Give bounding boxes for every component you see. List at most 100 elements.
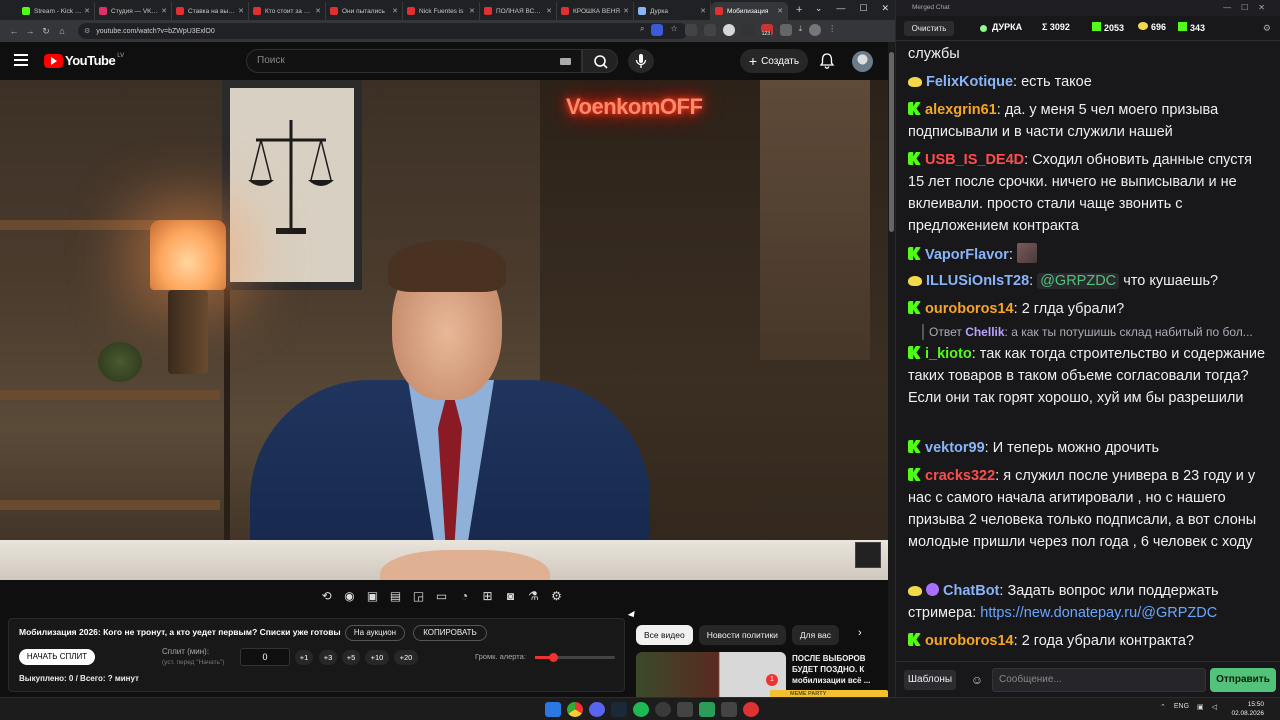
- tab-close-icon[interactable]: ✕: [546, 7, 552, 15]
- browser-tab[interactable]: Ставка на выборы✕: [172, 2, 249, 20]
- tab-close-icon[interactable]: ✕: [161, 7, 167, 15]
- home-icon[interactable]: ⌂: [54, 26, 70, 36]
- start-split-button[interactable]: НАЧАТЬ СПЛИТ: [19, 649, 95, 665]
- chat-username[interactable]: FelixKotique: [926, 74, 1013, 90]
- search-button[interactable]: [582, 49, 618, 73]
- discord-icon[interactable]: [589, 702, 605, 717]
- tab-close-icon[interactable]: ✕: [777, 7, 783, 15]
- add-frame-icon[interactable]: ⊞: [479, 588, 496, 605]
- copy-button[interactable]: КОПИРОВАТЬ: [413, 625, 487, 641]
- clear-chat-button[interactable]: Очистить: [904, 21, 954, 36]
- site-info-icon[interactable]: ⚙: [84, 27, 90, 35]
- extension-icon[interactable]: [703, 24, 716, 36]
- increment-button[interactable]: +10: [365, 650, 389, 665]
- close-window-button[interactable]: ✕: [881, 3, 889, 14]
- chip-for-you[interactable]: Для вас: [791, 625, 839, 645]
- app-icon[interactable]: [677, 702, 693, 717]
- tab-close-icon[interactable]: ✕: [315, 7, 321, 15]
- dropdown-icon[interactable]: ⌄: [815, 3, 823, 14]
- keyboard-icon[interactable]: [560, 58, 571, 65]
- chip-all-videos[interactable]: Все видео: [636, 625, 693, 645]
- recommended-video-title[interactable]: ПОСЛЕ ВЫБОРОВ БУДЕТ ПОЗДНО. К мобилизаци…: [792, 653, 882, 686]
- chat-username[interactable]: i_kioto: [925, 346, 972, 362]
- tab-close-icon[interactable]: ✕: [623, 7, 629, 15]
- tab-close-icon[interactable]: ✕: [392, 7, 398, 15]
- send-button[interactable]: Отправить: [1210, 668, 1276, 692]
- increment-button[interactable]: +1: [295, 650, 313, 665]
- browser-tab[interactable]: Nick Fuentes is ✕: [403, 2, 480, 20]
- extension-icon[interactable]: [722, 24, 735, 36]
- forward-arrow-icon[interactable]: →: [22, 26, 38, 36]
- network-icon[interactable]: ▣: [1197, 703, 1204, 711]
- browser-tab[interactable]: Кто стоит за этим ✕: [249, 2, 326, 20]
- app-icon[interactable]: [743, 702, 759, 717]
- tab-close-icon[interactable]: ✕: [84, 7, 90, 15]
- flask-icon[interactable]: ⚗: [525, 588, 542, 605]
- account-avatar[interactable]: [852, 51, 873, 72]
- browser-tab[interactable]: Мобилизация ✕: [711, 2, 788, 20]
- alert-volume-slider[interactable]: [535, 653, 615, 662]
- alert-volume-knob[interactable]: [548, 653, 558, 662]
- obs-icon[interactable]: [655, 702, 671, 717]
- extension-icon[interactable]: 123: [760, 24, 773, 37]
- chat-window-controls[interactable]: —☐✕: [1223, 0, 1275, 16]
- browser-tab[interactable]: Дурка ✕: [634, 2, 711, 20]
- video-settings-icon[interactable]: ▣: [364, 588, 381, 605]
- chat-username[interactable]: ouroboros14: [925, 633, 1014, 649]
- volume-icon[interactable]: ◁: [1212, 703, 1217, 711]
- speed-gauge-icon[interactable]: ◔: [456, 588, 473, 605]
- start-windows-icon[interactable]: [545, 702, 561, 717]
- star-icon[interactable]: ☆: [670, 24, 677, 36]
- broadcast-icon[interactable]: ◉: [341, 588, 358, 605]
- emoji-icon[interactable]: ☺: [968, 670, 986, 690]
- auction-button[interactable]: На аукцион: [345, 625, 405, 641]
- zoom-icon[interactable]: ⌕: [640, 24, 644, 36]
- chat-username[interactable]: USB_IS_DE4D: [925, 152, 1024, 168]
- recommended-video-thumbnail[interactable]: 1: [636, 652, 786, 697]
- loop-icon[interactable]: ⟲: [318, 588, 335, 605]
- voice-search-button[interactable]: [628, 49, 654, 73]
- picture-in-picture-icon[interactable]: ◲: [410, 588, 427, 605]
- browser-tab[interactable]: Студия — VK Видео✕: [95, 2, 172, 20]
- tray-chevron-icon[interactable]: ⌃: [1160, 703, 1166, 711]
- search-input[interactable]: Поиск: [246, 49, 582, 73]
- minimize-button[interactable]: —: [836, 3, 845, 14]
- chat-username[interactable]: alexgrin61: [925, 102, 997, 118]
- gear-icon[interactable]: ⚙: [1263, 23, 1271, 34]
- download-icon[interactable]: ⤓: [799, 24, 803, 36]
- tab-close-icon[interactable]: ✕: [238, 7, 244, 15]
- gear-icon[interactable]: ⚙: [548, 588, 565, 605]
- channel-watermark[interactable]: [855, 542, 881, 568]
- menu-icon[interactable]: [14, 54, 28, 69]
- video-player[interactable]: VoenkomOFF: [0, 80, 888, 580]
- chat-username[interactable]: ChatBot: [943, 583, 999, 599]
- chat-username[interactable]: ILLUSiOnIsT28: [926, 273, 1029, 289]
- url-input[interactable]: ⚙ youtube.com/watch?v=bZWpU3ExlO0: [78, 23, 688, 39]
- app-icon[interactable]: [721, 702, 737, 717]
- increment-button[interactable]: +5: [342, 650, 360, 665]
- cinema-mode-icon[interactable]: ▭: [433, 588, 450, 605]
- chat-username[interactable]: ouroboros14: [925, 301, 1014, 317]
- steam-icon[interactable]: [611, 702, 627, 717]
- clock[interactable]: 15:50 02.08.2026: [1228, 700, 1264, 718]
- chat-username[interactable]: cracks322: [925, 468, 995, 484]
- translate-icon[interactable]: [651, 24, 664, 36]
- app-icon[interactable]: [699, 702, 715, 717]
- scrollbar-thumb[interactable]: [889, 52, 894, 232]
- create-button[interactable]: + Создать: [740, 49, 808, 73]
- browser-tab[interactable]: Stream - Kick Dashboard✕: [18, 2, 95, 20]
- increment-button[interactable]: +3: [319, 650, 337, 665]
- language-indicator[interactable]: ENG: [1174, 703, 1189, 711]
- youtube-logo[interactable]: YouTube LV: [44, 53, 124, 68]
- page-scrollbar[interactable]: [888, 42, 895, 697]
- tab-close-icon[interactable]: ✕: [700, 7, 706, 15]
- back-arrow-icon[interactable]: ←: [6, 26, 22, 36]
- maximize-button[interactable]: ☐: [859, 3, 867, 14]
- extension-icon[interactable]: [741, 24, 754, 36]
- browser-tab[interactable]: Они пытались ✕: [326, 2, 403, 20]
- split-minutes-input[interactable]: 0: [240, 648, 290, 666]
- chat-mention[interactable]: @GRPZDC: [1037, 273, 1120, 289]
- chrome-icon[interactable]: [567, 702, 583, 717]
- new-tab-button[interactable]: +: [796, 4, 802, 16]
- clapperboard-icon[interactable]: ▤: [387, 588, 404, 605]
